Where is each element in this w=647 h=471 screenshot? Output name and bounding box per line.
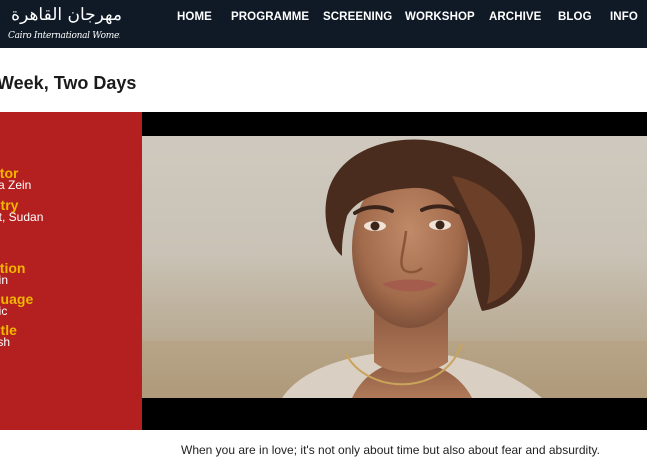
film-title: Week, Two Days — [0, 73, 137, 93]
main-nav: HOME PROGRAMME SCREENING WORKSHOP ARCHIV… — [160, 0, 647, 36]
detail-value-country: pt, Sudan — [0, 210, 44, 224]
nav-home[interactable]: HOME — [177, 11, 212, 23]
detail-value-subtitle: lish — [0, 335, 11, 349]
nav-screening[interactable]: SCREENING — [323, 11, 392, 23]
film-still-image — [142, 136, 647, 398]
film-synopsis: When you are in love; it's not only abou… — [181, 443, 600, 457]
site-header: مهرجان القاهرة الدولي Cairo Internationa… — [0, 0, 647, 48]
detail-value-duration: nin — [0, 273, 9, 287]
film-still-frame[interactable] — [142, 112, 647, 430]
logo-latin-text: Cairo International Women's Film Festiva… — [8, 31, 120, 41]
nav-programme[interactable]: PROGRAMME — [231, 11, 309, 23]
nav-workshop[interactable]: WORKSHOP — [405, 11, 475, 23]
nav-archive[interactable]: ARCHIVE — [489, 11, 541, 23]
nav-info[interactable]: INFO — [610, 11, 638, 23]
logo-arabic-text: مهرجان القاهرة الدولي — [10, 5, 122, 25]
film-details-panel: ctor va Zein ntry pt, Sudan r 5 ation ni… — [0, 112, 142, 430]
detail-value-language: bic — [0, 304, 8, 318]
nav-blog[interactable]: BLOG — [558, 11, 592, 23]
detail-value-director: va Zein — [0, 178, 32, 192]
festival-logo[interactable]: مهرجان القاهرة الدولي Cairo Internationa… — [0, 2, 128, 46]
